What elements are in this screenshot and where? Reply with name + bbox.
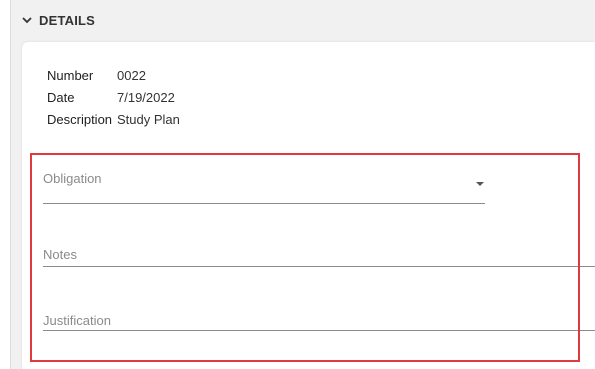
date-value: 7/19/2022 xyxy=(117,89,175,105)
info-row-number: Number 0022 xyxy=(47,64,180,86)
justification-placeholder: Justification xyxy=(43,313,111,328)
notes-field[interactable]: Notes xyxy=(43,246,595,268)
description-label: Description xyxy=(47,111,113,127)
number-value: 0022 xyxy=(117,67,146,83)
number-label: Number xyxy=(47,67,94,83)
dropdown-arrow-icon[interactable] xyxy=(476,182,484,186)
date-label: Date xyxy=(47,89,75,105)
info-row-description: Description Study Plan xyxy=(47,108,180,130)
details-title: DETAILS xyxy=(39,12,96,28)
info-row-date: Date 7/19/2022 xyxy=(47,86,180,108)
notes-underline xyxy=(43,266,595,267)
details-header[interactable]: DETAILS xyxy=(21,0,95,40)
description-value: Study Plan xyxy=(117,111,180,127)
notes-placeholder: Notes xyxy=(43,247,77,262)
obligation-underline xyxy=(43,203,485,204)
obligation-placeholder: Obligation xyxy=(43,171,102,186)
obligation-select[interactable]: Obligation xyxy=(43,170,485,204)
justification-field[interactable]: Justification xyxy=(43,312,595,334)
details-info: Number 0022 Date 7/19/2022 Description S… xyxy=(47,64,180,130)
details-card: Number 0022 Date 7/19/2022 Description S… xyxy=(22,42,595,369)
justification-underline xyxy=(43,330,595,331)
chevron-down-icon[interactable] xyxy=(21,14,33,26)
